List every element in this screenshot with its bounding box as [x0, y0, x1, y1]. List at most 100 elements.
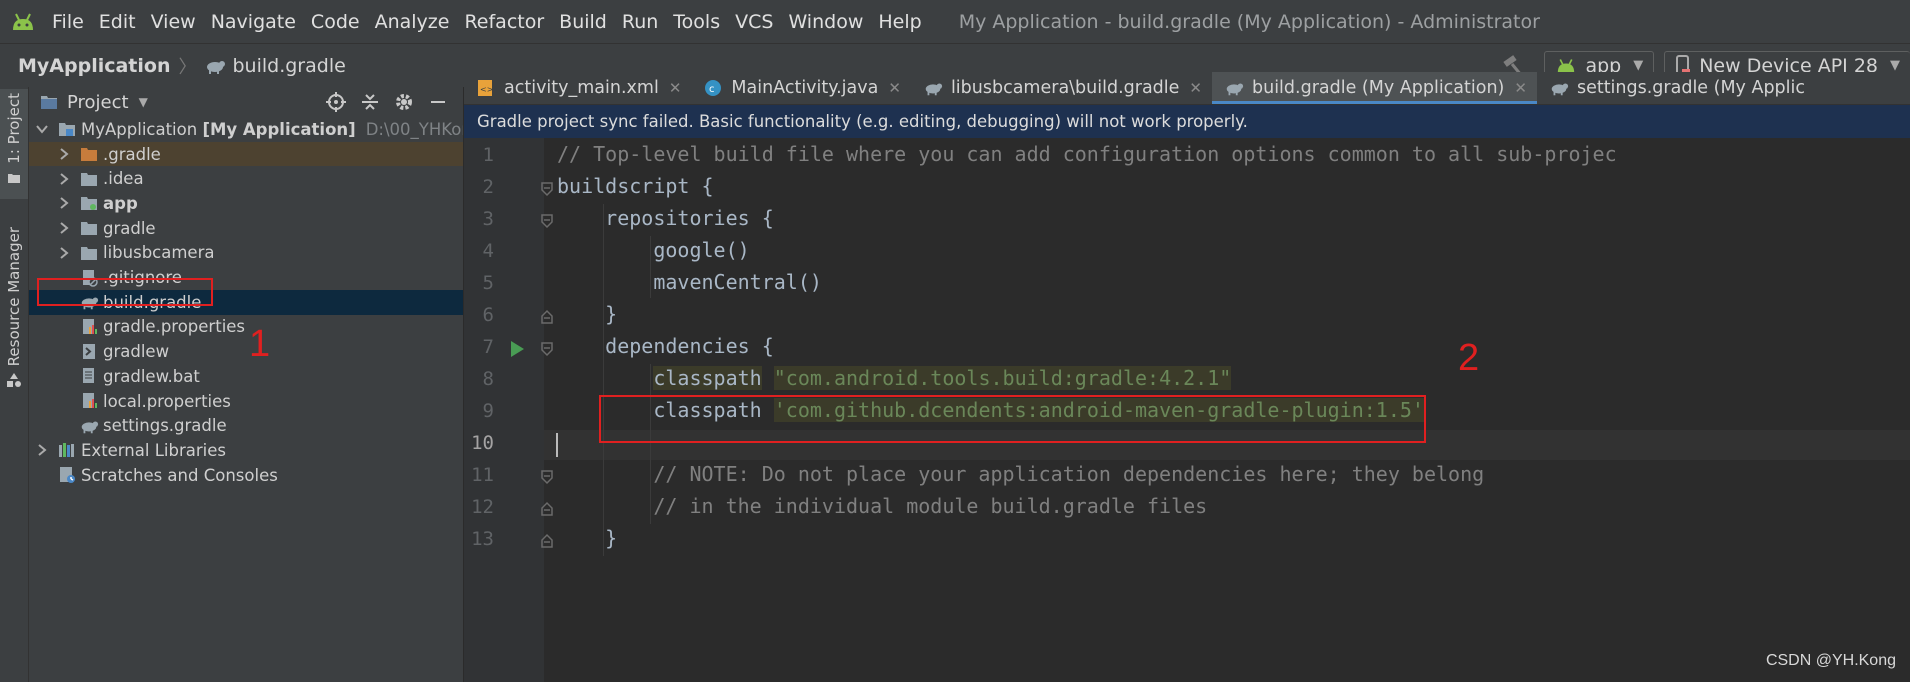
chevron-down-icon[interactable]: ▼ — [139, 95, 148, 109]
tab-build-gradle-my-application[interactable]: build.gradle (My Application) ✕ — [1212, 72, 1537, 104]
fold-open-icon[interactable] — [539, 469, 555, 485]
line-number: 13 — [471, 528, 494, 550]
tab-libusbcamera-build-gradle[interactable]: libusbcamera\build.gradle ✕ — [911, 72, 1212, 104]
line-number: 5 — [482, 272, 494, 294]
close-icon[interactable]: ✕ — [888, 79, 901, 97]
tree-item-gradlew-bat[interactable]: gradlew.bat — [29, 364, 463, 389]
tree-item-libusbcamera[interactable]: libusbcamera — [29, 241, 463, 266]
tree-item-idea[interactable]: .idea — [29, 166, 463, 191]
project-view-title[interactable]: Project — [67, 92, 129, 113]
breadcrumb-file[interactable]: build.gradle — [232, 55, 345, 77]
chevron-right-icon[interactable] — [57, 147, 71, 161]
tree-item-external-libraries[interactable]: External Libraries — [29, 438, 463, 463]
code-string: "com.android.tools.build:gradle:4.2.1" — [773, 366, 1232, 390]
tree-item-label: External Libraries — [81, 440, 226, 460]
code-line-4: google() — [557, 238, 750, 262]
android-logo-icon — [13, 13, 33, 30]
menu-code[interactable]: Code — [311, 11, 360, 33]
menu-vcs[interactable]: VCS — [735, 11, 773, 33]
menu-help[interactable]: Help — [878, 11, 921, 33]
project-panel-header: Project ▼ — [29, 87, 463, 117]
gear-icon[interactable] — [387, 90, 421, 114]
fold-open-icon[interactable] — [539, 341, 555, 357]
menu-file[interactable]: File — [52, 11, 84, 33]
collapse-all-icon[interactable] — [353, 90, 387, 114]
chevron-down-icon: ▼ — [1633, 58, 1644, 73]
tab-label: settings.gradle (My Applic — [1576, 78, 1806, 98]
tree-item-local-properties[interactable]: local.properties — [29, 389, 463, 414]
code-line-11: // NOTE: Do not place your application d… — [557, 462, 1485, 486]
tree-item-settings-gradle[interactable]: settings.gradle — [29, 413, 463, 438]
code-line-3: repositories { — [557, 206, 774, 230]
run-gutter-icon[interactable] — [509, 340, 525, 358]
chevron-right-icon[interactable] — [57, 196, 71, 210]
project-panel: Project ▼ MyApplication [My Application]… — [29, 87, 464, 682]
chevron-right-icon[interactable] — [57, 221, 71, 235]
project-panel-actions — [319, 90, 455, 114]
tree-item-gradlew[interactable]: gradlew — [29, 339, 463, 364]
tree-item-app[interactable]: app — [29, 191, 463, 216]
tree-item-label: libusbcamera — [103, 243, 215, 263]
folder-icon — [8, 173, 20, 183]
tab-activity-main-xml[interactable]: <> activity_main.xml ✕ — [464, 72, 691, 104]
fold-open-icon[interactable] — [539, 181, 555, 197]
sync-failed-message: Gradle project sync failed. Basic functi… — [477, 112, 1248, 131]
close-icon[interactable]: ✕ — [1189, 79, 1202, 97]
close-icon[interactable]: ✕ — [1514, 79, 1527, 97]
fold-close-icon[interactable] — [539, 533, 555, 549]
resource-manager-tab[interactable]: Resource Manager — [0, 227, 28, 487]
code-line-6: } — [557, 302, 618, 326]
left-tool-strip: 1: Project Resource Manager — [0, 87, 29, 682]
code-keyword: classpath — [653, 366, 762, 390]
chevron-right-icon[interactable] — [35, 443, 49, 457]
folder-icon — [41, 96, 57, 109]
module-folder-icon — [59, 123, 75, 137]
tree-item-label: gradle.properties — [103, 317, 246, 337]
code-line-1: // Top-level build file where you can ad… — [557, 142, 1617, 166]
menu-run[interactable]: Run — [622, 11, 658, 33]
tab-mainactivity-java[interactable]: c MainActivity.java ✕ — [691, 72, 911, 104]
line-number: 10 — [471, 432, 494, 454]
tree-item-label: gradlew — [103, 342, 170, 362]
folder-icon — [81, 246, 97, 260]
project-tool-tab[interactable]: 1: Project — [0, 89, 28, 199]
tree-item-label: Scratches and Consoles — [81, 465, 278, 485]
menu-analyze[interactable]: Analyze — [375, 11, 450, 33]
menu-navigate[interactable]: Navigate — [211, 11, 296, 33]
menu-window[interactable]: Window — [788, 11, 863, 33]
tree-item-root[interactable]: MyApplication [My Application] D:\00_YHKo… — [29, 117, 463, 142]
resource-manager-tab-label: Resource Manager — [5, 227, 23, 367]
fold-close-icon[interactable] — [539, 309, 555, 325]
menu-build[interactable]: Build — [559, 11, 607, 33]
tree-item-gradle-cache[interactable]: .gradle — [29, 141, 463, 167]
fold-close-icon[interactable] — [539, 501, 555, 517]
locate-icon[interactable] — [319, 90, 353, 114]
svg-text:c: c — [709, 84, 715, 95]
tree-item-scratches[interactable]: Scratches and Consoles — [29, 463, 463, 488]
chevron-right-icon[interactable] — [57, 246, 71, 260]
breadcrumb: MyApplication 〉 build.gradle — [18, 53, 346, 79]
scratches-icon — [60, 467, 75, 484]
menu-edit[interactable]: Edit — [99, 11, 136, 33]
code-line-7: dependencies { — [557, 334, 774, 358]
menu-view[interactable]: View — [151, 11, 196, 33]
tree-item-gradle[interactable]: gradle — [29, 216, 463, 241]
code-line-2: buildscript { — [557, 174, 714, 198]
chevron-down-icon[interactable] — [35, 122, 49, 136]
tree-item-label: local.properties — [103, 391, 231, 411]
minimize-icon[interactable] — [421, 90, 455, 114]
menu-refactor[interactable]: Refactor — [464, 11, 544, 33]
close-icon[interactable]: ✕ — [669, 79, 682, 97]
sync-failed-banner: Gradle project sync failed. Basic functi… — [464, 105, 1910, 138]
tree-item-gradle-properties[interactable]: gradle.properties — [29, 315, 463, 340]
tab-settings-gradle[interactable]: settings.gradle (My Applic — [1537, 72, 1815, 104]
menu-tools[interactable]: Tools — [673, 11, 720, 33]
libraries-icon — [59, 443, 74, 458]
tree-item-label: MyApplication [My Application] D:\00_YHKo… — [81, 120, 463, 139]
chevron-right-icon[interactable] — [57, 172, 71, 186]
xml-file-icon: <> — [478, 80, 493, 96]
breadcrumb-project[interactable]: MyApplication — [18, 55, 170, 77]
line-number: 3 — [482, 208, 494, 230]
resource-manager-icon — [7, 373, 21, 388]
fold-open-icon[interactable] — [539, 213, 555, 229]
